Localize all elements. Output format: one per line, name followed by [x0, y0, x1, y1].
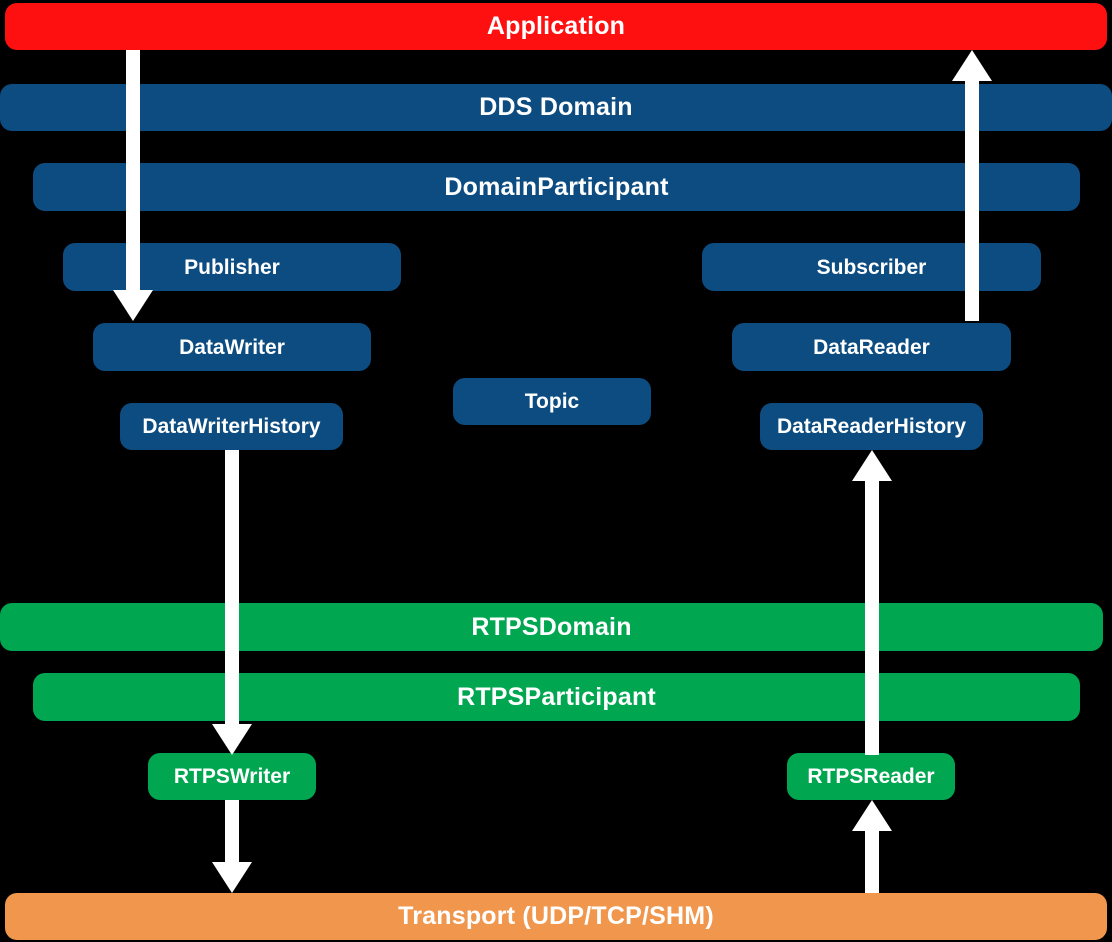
domain-participant-box: DomainParticipant: [33, 163, 1080, 211]
datawriter-history-box: DataWriterHistory: [120, 403, 343, 450]
arrow-datareader-to-application: [950, 50, 994, 321]
arrow-datawriterhistory-to-rtpswriter: [210, 450, 254, 755]
datareader-box: DataReader: [732, 323, 1011, 371]
rtps-writer-box: RTPSWriter: [148, 753, 316, 800]
arrow-rtpsreader-to-datareaderhistory: [850, 450, 894, 755]
datawriter-box: DataWriter: [93, 323, 371, 371]
topic-box: Topic: [453, 378, 651, 425]
arrow-application-to-datawriter: [111, 50, 155, 321]
arrow-transport-to-rtpsreader: [850, 800, 894, 893]
dds-architecture-diagram: Application DDS Domain DomainParticipant…: [0, 0, 1112, 942]
transport-layer-box: Transport (UDP/TCP/SHM): [5, 893, 1107, 940]
datareader-history-box: DataReaderHistory: [760, 403, 983, 450]
rtps-reader-box: RTPSReader: [787, 753, 955, 800]
arrow-rtpswriter-to-transport: [210, 800, 254, 893]
rtps-domain-box: RTPSDomain: [0, 603, 1103, 651]
application-layer-box: Application: [5, 3, 1107, 50]
rtps-participant-box: RTPSParticipant: [33, 673, 1080, 721]
dds-domain-box: DDS Domain: [0, 84, 1112, 131]
